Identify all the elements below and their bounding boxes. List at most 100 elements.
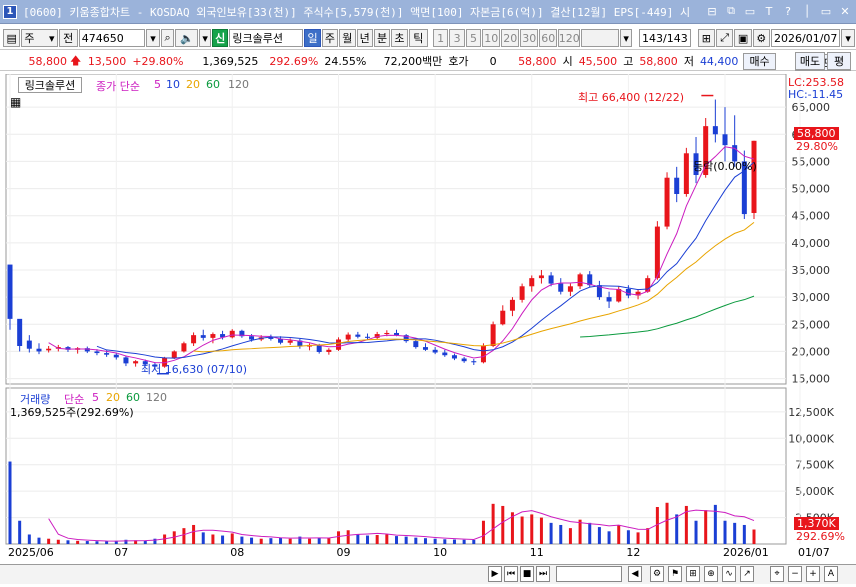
volume-bar	[452, 539, 456, 544]
candle-body	[712, 126, 718, 135]
chevron-down-icon[interactable]: ▾	[146, 29, 160, 47]
stock-name-button[interactable]: 링크솔루션	[18, 77, 82, 93]
window-titlebar: 1 [0600] 키움종합차트 - KOSDAQ 외국인보유[33(천)] 주식…	[0, 0, 856, 24]
tool-icon-3[interactable]: ⊞	[686, 566, 700, 582]
interval-10[interactable]: 10	[482, 29, 501, 47]
chart-grid-icon[interactable]: ▦	[10, 95, 21, 109]
interval-20[interactable]: 20	[501, 29, 520, 47]
close-icon[interactable]: ✕	[838, 4, 852, 18]
interval-30[interactable]: 30	[520, 29, 539, 47]
volume-bar	[539, 517, 543, 544]
volume-bar	[491, 503, 495, 544]
price-ytick: 25,000	[792, 318, 831, 331]
save-icon[interactable]: ▣	[734, 29, 752, 47]
volume-bar	[259, 538, 263, 544]
tool-icon-5[interactable]: ∿	[722, 566, 736, 582]
tab-period-minute[interactable]: 분	[373, 29, 391, 47]
quote-bar: 58,800 🡅 13,500 +29.80% 1,369,525 292.69…	[0, 52, 856, 71]
tab-period-month[interactable]: 월	[339, 29, 356, 47]
volume-bar	[704, 510, 708, 544]
candle-body	[683, 153, 689, 194]
tab-period-year[interactable]: 년	[356, 29, 373, 47]
tab-period-week[interactable]: 주	[321, 29, 339, 47]
volume-bar	[182, 528, 186, 544]
tab-period-day[interactable]: 일	[304, 29, 321, 47]
interval-120[interactable]: 120	[558, 29, 581, 47]
volume-bar	[472, 539, 476, 544]
candle-body	[751, 140, 757, 213]
stock-name-field[interactable]: 링크솔루션	[229, 29, 304, 47]
stop-icon[interactable]: ■	[520, 566, 534, 582]
sell-button-2[interactable]: 매도	[795, 52, 825, 70]
volume-ytick: 10,000K	[788, 432, 834, 445]
candle-body	[664, 177, 670, 227]
chart-menu-icon[interactable]: ▤	[3, 29, 21, 47]
volume-bar	[366, 535, 370, 544]
text-icon[interactable]: T	[762, 4, 776, 18]
date-input[interactable]: 2026/01/07	[771, 29, 841, 47]
zoom-icon[interactable]: ⌖	[770, 566, 784, 582]
stock-code-input[interactable]: 474650	[78, 29, 146, 47]
speaker-icon[interactable]: 🔈	[175, 29, 199, 47]
chevron-down-icon[interactable]: ▾	[841, 29, 855, 47]
window-icon[interactable]: ▭	[819, 4, 833, 18]
x-axis-label: 2026/01	[723, 546, 769, 559]
chevron-down-icon[interactable]: ▾	[199, 29, 211, 47]
play-icon[interactable]: ◀	[628, 566, 642, 582]
last-pct-tag: 29.80%	[796, 140, 838, 153]
chart-svg[interactable]: 65,00060,00055,00050,00045,00040,00035,0…	[0, 73, 856, 563]
volume-value: 1,369,525	[202, 54, 259, 68]
scroll-thumb[interactable]	[556, 566, 622, 582]
volume-bar	[18, 520, 22, 544]
candle-body	[365, 336, 371, 338]
interval-3[interactable]: 3	[449, 29, 465, 47]
all-button[interactable]: 전	[58, 29, 78, 47]
interval-5[interactable]: 5	[465, 29, 482, 47]
volume-bar	[665, 502, 669, 544]
grid-icon[interactable]: ⊞	[697, 29, 716, 47]
scroll-right-icon[interactable]: ▶	[488, 566, 502, 582]
minimize-icon[interactable]: ⊟	[705, 4, 719, 18]
volume-bar	[327, 538, 331, 544]
tool-icon-6[interactable]: ↗	[740, 566, 754, 582]
candle-body	[46, 348, 52, 351]
tab-period-tick[interactable]: 틱	[408, 29, 428, 47]
volume-bar	[66, 540, 70, 544]
tool-icon-2[interactable]: ⚑	[668, 566, 682, 582]
zoom-reset-icon[interactable]: A	[824, 566, 838, 582]
candle-body	[558, 283, 564, 292]
scroll-first-icon[interactable]: ⏮	[504, 566, 518, 582]
zoom-in-icon[interactable]: +	[806, 566, 820, 582]
candle-body	[413, 341, 419, 348]
volume-bar	[723, 520, 727, 544]
zoom-out-icon[interactable]: −	[788, 566, 802, 582]
candle-body	[480, 346, 486, 363]
volume-bar	[520, 516, 524, 544]
interval-input[interactable]	[581, 29, 620, 47]
chevron-down-icon[interactable]: ▾	[620, 29, 632, 47]
compare-icon[interactable]: ⤢	[716, 29, 734, 47]
tool-icon-1[interactable]: ⚙	[650, 566, 664, 582]
tool-icon-4[interactable]: ⊕	[704, 566, 718, 582]
flat-button[interactable]: 평	[827, 52, 851, 70]
ma20-legend: 20	[186, 78, 200, 91]
volume-bar	[404, 536, 408, 544]
hoga-value: 0	[489, 54, 497, 68]
window-number-badge: 1	[3, 4, 17, 19]
gear-icon[interactable]: ⚙	[752, 29, 771, 47]
search-icon[interactable]: ⌕	[160, 29, 175, 47]
scroll-last-icon[interactable]: ⏭	[536, 566, 550, 582]
chart-area[interactable]: 65,00060,00055,00050,00045,00040,00035,0…	[0, 54, 856, 563]
interval-60[interactable]: 60	[539, 29, 558, 47]
interval-1[interactable]: 1	[432, 29, 449, 47]
candle-body	[36, 348, 42, 352]
tab-period-second[interactable]: 초	[391, 29, 408, 47]
period-select[interactable]: 주 ▾	[21, 29, 58, 47]
maximize-icon[interactable]: ▭	[743, 4, 757, 18]
restore-icon[interactable]: ⧉	[724, 4, 738, 18]
last-price-tag: 58,800	[794, 127, 839, 140]
candle-body	[384, 332, 390, 335]
candle-body	[461, 358, 467, 362]
buy-button[interactable]: 매수	[743, 52, 776, 70]
help-icon[interactable]: ?	[781, 4, 795, 18]
